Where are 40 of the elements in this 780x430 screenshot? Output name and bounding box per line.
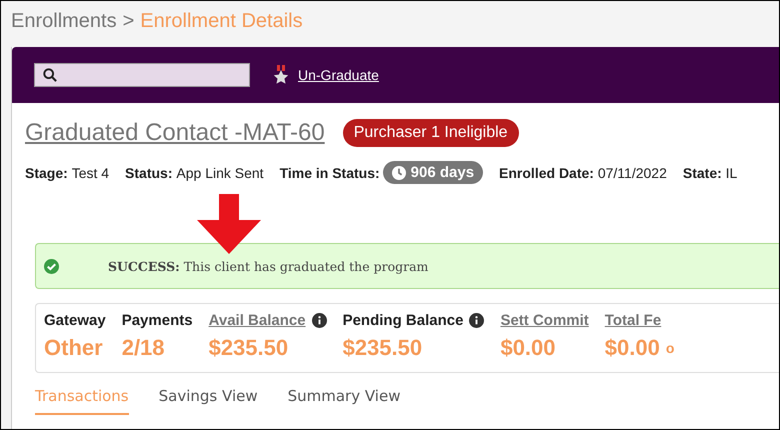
stat-value: $0.00	[604, 335, 660, 361]
info-value: IL	[724, 164, 738, 180]
stat-suffix: o	[666, 340, 674, 356]
stat-label: Pending Balance	[342, 312, 464, 329]
stat-value: $235.50	[208, 335, 288, 361]
stat-link[interactable]: Sett Commit	[500, 312, 589, 329]
info-label: Time in Status:	[280, 164, 380, 180]
breadcrumb-separator: >	[122, 10, 134, 34]
info-label: Status:	[125, 164, 172, 180]
medal-icon	[272, 65, 290, 85]
search-field[interactable]	[34, 63, 250, 87]
days-pill: 906 days	[382, 161, 484, 184]
info-label: State:	[682, 164, 722, 180]
stat-value: 2/18	[122, 335, 165, 361]
stat-value: $0.00	[500, 335, 556, 361]
contact-title[interactable]: Graduated Contact -MAT-60	[25, 119, 325, 147]
tab[interactable]: Savings View	[158, 387, 258, 415]
check-icon	[44, 258, 59, 274]
breadcrumb-current: Enrollment Details	[140, 10, 303, 34]
breadcrumb-link[interactable]: Enrollments	[11, 10, 117, 39]
stat-value: $235.50	[342, 335, 422, 361]
stat-label: Gateway	[44, 312, 106, 329]
search-icon	[43, 68, 57, 82]
info-value: 07/11/2022	[596, 164, 667, 180]
info-value: App Link Sent	[175, 164, 264, 180]
clock-icon	[392, 166, 406, 180]
arrow-icon	[197, 194, 261, 254]
stat-link[interactable]: Total Fe	[604, 312, 662, 329]
un-graduate-link[interactable]: Un-Graduate	[272, 65, 379, 85]
info-value: Test 4	[70, 164, 110, 180]
tab[interactable]: Summary View	[288, 387, 400, 415]
info-icon[interactable]	[469, 313, 484, 328]
stat-value: Other	[44, 335, 103, 361]
stat-label: Payments	[122, 312, 193, 329]
info-icon[interactable]	[312, 313, 327, 328]
info-label: Enrolled Date:	[499, 164, 594, 180]
status-badge: Purchaser 1 Ineligible	[342, 119, 519, 147]
stat-link[interactable]: Avail Balance	[208, 312, 306, 329]
alert-message: SUCCESS: This client has graduated the program	[108, 258, 428, 274]
info-label: Stage:	[25, 164, 68, 180]
